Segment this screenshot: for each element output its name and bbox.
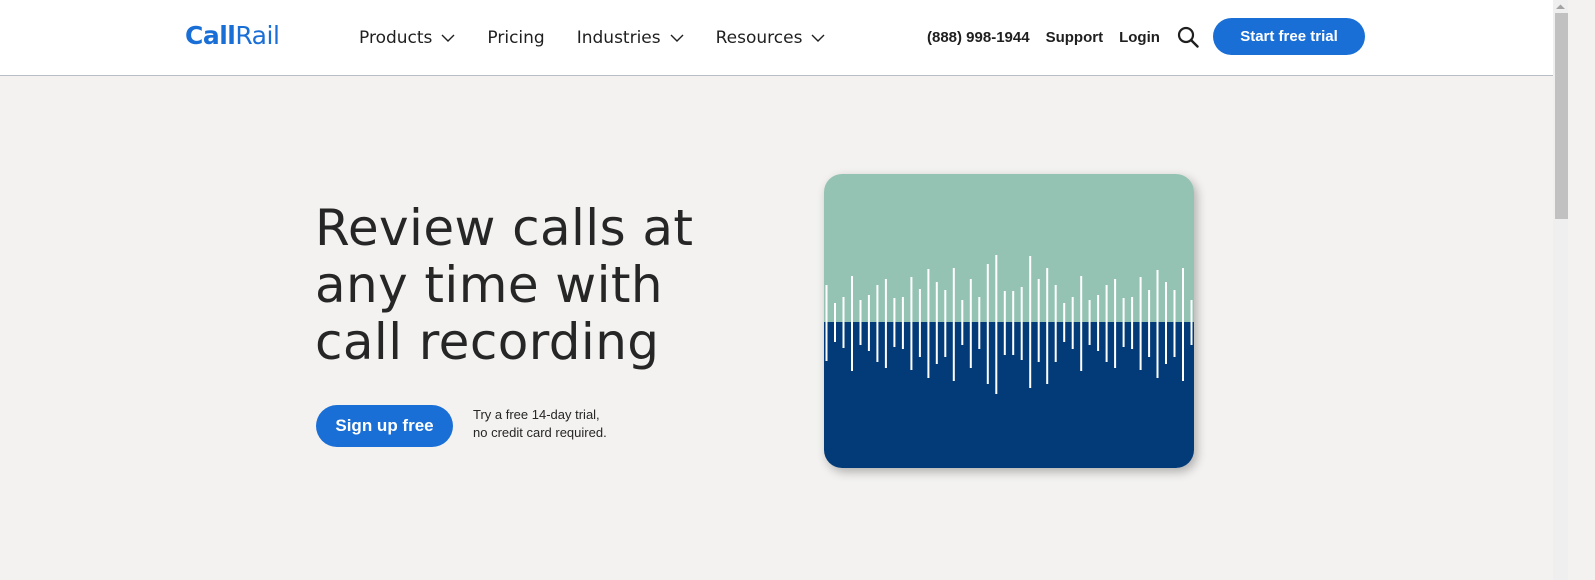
waveform-bar [986, 264, 989, 384]
waveform-bottom-band [824, 322, 1194, 468]
waveform-bar [1071, 297, 1074, 349]
waveform-bar [825, 285, 828, 361]
scroll-thumb[interactable] [1555, 13, 1568, 219]
login-link[interactable]: Login [1119, 29, 1160, 46]
hero-title: Review calls at any time with call recor… [315, 200, 775, 371]
waveform-bar [1131, 297, 1134, 349]
waveform-graphic [824, 174, 1194, 468]
waveform-bar [1139, 277, 1142, 370]
waveform-bar [935, 282, 938, 364]
waveform-bar [918, 289, 921, 357]
site-header: CallRail Products Pricing Industries Res… [0, 0, 1553, 76]
search-button[interactable] [1176, 25, 1200, 49]
hero-title-line: any time with [315, 256, 663, 314]
waveform-bar [834, 303, 836, 342]
waveform-bar [978, 297, 981, 349]
sign-up-free-button[interactable]: Sign up free [316, 405, 453, 447]
waveform-top-band [824, 174, 1194, 322]
main-nav: Products Pricing Industries Resources [359, 24, 857, 52]
trial-note: Try a free 14-day trial, no credit card … [473, 406, 607, 442]
utility-nav: (888) 998-1944 Support Login [927, 22, 1214, 52]
logo-light: Rail [235, 21, 280, 50]
nav-label: Resources [715, 28, 803, 48]
waveform-bar [867, 295, 870, 351]
waveform-bar [961, 300, 964, 345]
waveform-bar [1012, 291, 1015, 355]
waveform-bar [944, 290, 947, 357]
nav-industries[interactable]: Industries [577, 28, 684, 48]
waveform-bar [1029, 256, 1032, 388]
waveform-bar [1182, 268, 1184, 381]
waveform-bar [1080, 276, 1083, 371]
trial-note-line: no credit card required. [473, 425, 607, 440]
waveform-bar [1046, 268, 1049, 384]
phone-link[interactable]: (888) 998-1944 [927, 29, 1030, 46]
waveform-bar [927, 269, 930, 378]
waveform-bar [1088, 300, 1091, 345]
waveform-bar [1165, 282, 1167, 364]
vertical-scrollbar[interactable] [1553, 0, 1568, 580]
waveform-bar [876, 285, 879, 362]
nav-resources[interactable]: Resources [716, 28, 826, 48]
chevron-down-icon [811, 33, 825, 43]
chevron-down-icon [441, 33, 455, 43]
callrail-logo[interactable]: CallRail [185, 20, 280, 52]
waveform-bar [1105, 285, 1108, 362]
logo-bold: Call [185, 21, 236, 50]
nav-pricing[interactable]: Pricing [487, 28, 544, 48]
waveform-bar [1148, 290, 1151, 357]
nav-label: Products [359, 28, 433, 48]
waveform-bar [910, 277, 913, 370]
chevron-down-icon [670, 33, 684, 43]
trial-note-line: Try a free 14-day trial, [473, 407, 600, 422]
nav-label: Pricing [487, 28, 545, 48]
hero-title-line: Review calls at [315, 199, 694, 257]
search-icon [1177, 26, 1199, 48]
waveform-bar [1173, 290, 1176, 357]
scroll-up-arrow-icon[interactable] [1553, 0, 1568, 13]
waveform-bar [995, 255, 998, 394]
waveform-bar [884, 279, 887, 368]
waveform-bar [1122, 298, 1125, 347]
start-free-trial-button[interactable]: Start free trial [1213, 18, 1365, 55]
waveform-bar [1054, 285, 1057, 362]
waveform-bar [1003, 291, 1006, 355]
waveform-bar [1156, 270, 1159, 378]
waveform-bar [901, 297, 904, 349]
waveform-bar [1063, 303, 1066, 342]
call-recording-waveform-illustration [824, 174, 1194, 468]
waveform-bar [851, 276, 853, 371]
hero-title-line: call recording [315, 313, 660, 371]
waveform-bar [1097, 295, 1100, 351]
support-link[interactable]: Support [1046, 29, 1104, 46]
waveform-bar [842, 297, 845, 348]
waveform-bar [1020, 287, 1023, 360]
waveform-bar [1037, 279, 1040, 362]
nav-products[interactable]: Products [359, 28, 455, 48]
waveform-bar [969, 279, 972, 368]
nav-label: Industries [576, 28, 661, 48]
waveform-bar [1190, 300, 1193, 345]
waveform-bar [893, 298, 896, 347]
waveform-bar [859, 300, 862, 345]
waveform-bar [1114, 279, 1117, 368]
waveform-bar [952, 268, 955, 381]
